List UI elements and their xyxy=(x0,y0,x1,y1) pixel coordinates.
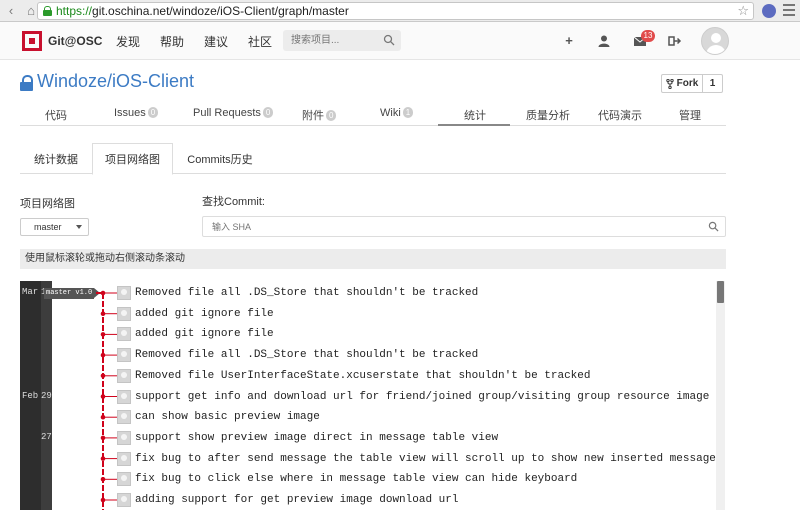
fork-label: Fork xyxy=(676,78,699,89)
commit-row[interactable]: support show preview image direct in mes… xyxy=(117,427,498,448)
extension-icon[interactable] xyxy=(762,4,776,18)
subtab-network-graph[interactable]: 项目网络图 xyxy=(92,143,173,175)
author-avatar xyxy=(117,348,131,363)
url-path: git.oschina.net/windoze/iOS-Client/graph… xyxy=(92,4,349,18)
commit-row[interactable]: added git ignore file xyxy=(117,303,274,324)
author-avatar xyxy=(117,368,131,383)
plus-icon[interactable]: + xyxy=(562,34,576,48)
project-title[interactable]: Windoze/iOS-Client xyxy=(37,71,194,92)
issues-count: 0 xyxy=(147,107,159,118)
attachments-count: 0 xyxy=(326,110,337,121)
browser-menu-icon[interactable] xyxy=(783,3,795,17)
address-bar[interactable]: https://git.oschina.net/windoze/iOS-Clie… xyxy=(37,2,754,20)
graph-scrollbar[interactable] xyxy=(716,281,725,510)
author-avatar xyxy=(117,430,131,445)
project-tabs: 代码 Issues 0 Pull Requests 0 附件 0 Wiki 1 统计 质… xyxy=(20,103,726,126)
author-avatar xyxy=(117,451,131,466)
tab-statistics[interactable]: 统计 xyxy=(464,107,486,123)
notification-badge: 13 xyxy=(641,30,655,42)
nav-suggest[interactable]: 建议 xyxy=(204,33,228,50)
commit-message: support get info and download url for fr… xyxy=(135,390,710,403)
wiki-count: 1 xyxy=(402,107,414,118)
sign-out-icon[interactable] xyxy=(668,34,682,48)
commit-message: can show basic preview image xyxy=(135,411,320,424)
caret-down-icon xyxy=(76,225,82,229)
commit-row[interactable]: Removed file all .DS_Store that shouldn'… xyxy=(117,345,478,366)
back-icon[interactable]: ‹ xyxy=(2,2,20,20)
sha-input[interactable] xyxy=(202,216,726,237)
sha-search-icon[interactable] xyxy=(708,221,719,232)
author-avatar xyxy=(117,410,131,425)
fork-icon xyxy=(665,78,674,89)
browser-toolbar: ‹ ⌂ https://git.oschina.net/windoze/iOS-… xyxy=(0,0,800,22)
nav-community[interactable]: 社区 xyxy=(248,33,272,50)
author-avatar xyxy=(117,306,131,321)
tab-code[interactable]: 代码 xyxy=(45,107,67,123)
branch-select-value: master xyxy=(34,222,62,232)
brand-name[interactable]: Git@OSC xyxy=(48,34,102,48)
secure-lock-icon xyxy=(43,6,52,16)
scrollbar-thumb[interactable] xyxy=(717,281,724,303)
user-avatar[interactable] xyxy=(701,27,729,55)
fork-count: 1 xyxy=(702,75,722,92)
tab-attachments[interactable]: 附件 0 xyxy=(302,107,337,123)
subtab-stats-data[interactable]: 统计数据 xyxy=(20,143,92,174)
commit-message: fix bug to click else where in message t… xyxy=(135,473,578,486)
tab-issues[interactable]: Issues 0 xyxy=(114,107,159,119)
commit-message: adding support for get preview image dow… xyxy=(135,494,459,506)
commit-message: fix bug to after send message the table … xyxy=(135,452,716,465)
branch-lines xyxy=(96,290,117,510)
gitosc-logo-icon[interactable] xyxy=(22,31,42,51)
author-avatar xyxy=(117,286,131,300)
search-icon[interactable] xyxy=(383,34,395,46)
bookmark-star-icon[interactable]: ☆ xyxy=(737,3,749,19)
url-scheme: https:// xyxy=(56,4,93,18)
find-commit-label: 查找Commit: xyxy=(202,196,265,208)
author-avatar xyxy=(117,389,131,404)
author-avatar xyxy=(117,493,131,507)
pull-requests-count: 0 xyxy=(262,107,274,118)
tab-manage[interactable]: 管理 xyxy=(679,107,701,123)
commit-row[interactable]: fix bug to after send message the table … xyxy=(117,448,716,469)
commit-row[interactable]: Removed file UserInterfaceState.xcuserst… xyxy=(117,365,590,386)
commit-message: Removed file UserInterfaceState.xcuserst… xyxy=(135,369,591,382)
site-header: Git@OSC 发现 帮助 建议 社区 + 13 xyxy=(0,22,800,60)
tab-code-demo[interactable]: 代码演示 xyxy=(598,107,642,123)
commit-message: Removed file all .DS_Store that shouldn'… xyxy=(135,287,479,299)
active-tab-indicator xyxy=(438,124,510,126)
commit-message: added git ignore file xyxy=(135,307,274,320)
commit-row[interactable]: can show basic preview image xyxy=(117,407,320,428)
tab-quality-analysis[interactable]: 质量分析 xyxy=(526,107,570,123)
commit-message: support show preview image direct in mes… xyxy=(135,431,499,444)
fork-button[interactable]: Fork 1 xyxy=(661,74,723,93)
graph-scroll-hint: 使用鼠标滚轮或拖动右侧滚动条滚动 xyxy=(20,249,726,269)
graph-label: 项目网络图 xyxy=(20,198,75,210)
commit-message: added git ignore file xyxy=(135,328,274,341)
private-lock-icon xyxy=(20,75,33,91)
nav-help[interactable]: 帮助 xyxy=(160,33,184,50)
commit-row[interactable]: fix bug to click else where in message t… xyxy=(117,469,577,490)
subtab-commits-history[interactable]: Commits历史 xyxy=(178,143,262,174)
network-graph[interactable]: Mar 1 Feb 29 27 master v1.0 Removed file… xyxy=(20,281,726,510)
commit-row[interactable]: support get info and download url for fr… xyxy=(117,386,709,407)
commit-row[interactable]: adding support for get preview image dow… xyxy=(117,490,458,510)
author-avatar xyxy=(117,472,131,487)
stats-subtabs: 统计数据 项目网络图 Commits历史 xyxy=(20,143,726,175)
author-avatar xyxy=(117,327,131,342)
user-icon[interactable] xyxy=(597,34,611,48)
tab-wiki[interactable]: Wiki 1 xyxy=(380,107,414,119)
branch-select[interactable]: master xyxy=(20,218,89,236)
tab-pull-requests[interactable]: Pull Requests 0 xyxy=(193,107,274,119)
commit-message: Removed file all .DS_Store that shouldn'… xyxy=(135,349,479,362)
top-nav: 发现 帮助 建议 社区 xyxy=(116,33,272,50)
commit-row[interactable]: Removed file all .DS_Store that shouldn'… xyxy=(117,283,478,304)
nav-discover[interactable]: 发现 xyxy=(116,33,140,50)
commit-row[interactable]: added git ignore file xyxy=(117,324,274,345)
